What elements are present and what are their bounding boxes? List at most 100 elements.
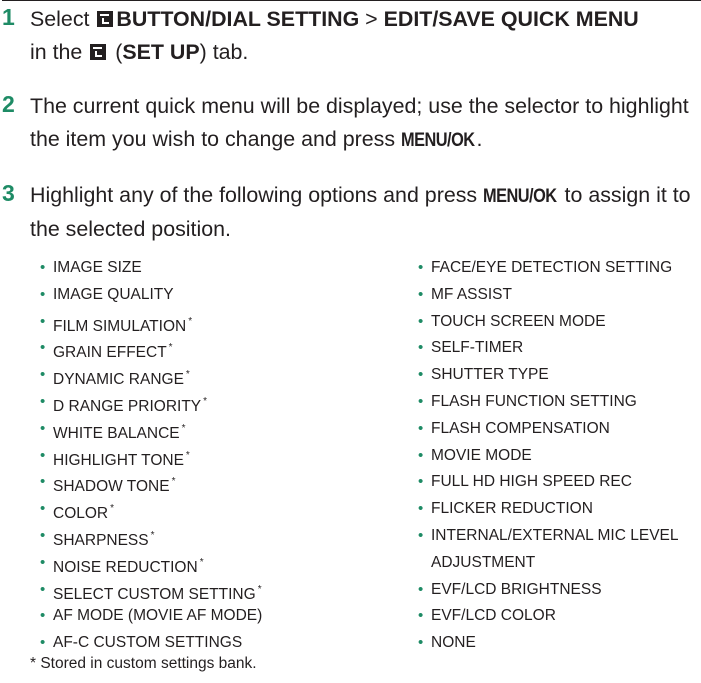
option-label: AF-C CUSTOM SETTINGS: [53, 634, 243, 652]
option-item: • EVF/LCD COLOR: [418, 603, 701, 630]
bullet-icon: •: [40, 366, 46, 384]
option-label: SHADOW TONE: [53, 478, 170, 496]
option-item: • NOISE REDUCTION *: [40, 550, 340, 577]
bullet-icon: •: [418, 634, 424, 652]
bullet-icon: •: [418, 419, 424, 437]
option-label: SELECT CUSTOM SETTING: [53, 585, 256, 603]
bullet-icon: •: [40, 580, 46, 598]
bullet-icon: •: [418, 500, 424, 518]
custom-bank-mark: *: [110, 503, 115, 515]
option-label: SHARPNESS: [53, 531, 149, 549]
bullet-icon: •: [40, 500, 46, 518]
setup-tab-icon: [90, 44, 107, 60]
custom-bank-mark: *: [150, 529, 155, 541]
option-item: • FILM SIMULATION *: [40, 309, 340, 336]
option-item: • TOUCH SCREEN MODE: [418, 309, 701, 336]
custom-bank-mark: *: [257, 583, 262, 595]
option-label: MOVIE MODE: [431, 446, 532, 464]
tab-name: SET UP: [122, 40, 200, 64]
step-text-part: in the: [30, 40, 83, 64]
custom-bank-mark: *: [185, 449, 190, 461]
top-rule: [2, 0, 701, 1]
option-item: • FLASH FUNCTION SETTING: [418, 389, 701, 416]
bullet-icon: •: [40, 473, 46, 491]
option-label: FLASH FUNCTION SETTING: [431, 392, 637, 410]
step-text-part: Select: [30, 7, 90, 31]
option-label: SHUTTER TYPE: [431, 366, 549, 384]
custom-bank-mark: *: [171, 476, 176, 488]
option-label: INTERNAL/EXTERNAL MIC LEVEL ADJUSTMENT: [431, 526, 678, 571]
option-label: GRAIN EFFECT: [53, 344, 167, 362]
bullet-icon: •: [418, 259, 424, 276]
option-item: • SELECT CUSTOM SETTING *: [40, 577, 340, 604]
step-text-part: .: [476, 127, 483, 151]
option-item: • DYNAMIC RANGE *: [40, 362, 340, 389]
options-list-right: • FACE/EYE DETECTION SETTING • MF ASSIST • TO…: [418, 255, 701, 657]
option-label: EVF/LCD BRIGHTNESS: [431, 580, 602, 598]
bullet-icon: •: [418, 446, 424, 464]
custom-bank-mark: *: [199, 556, 204, 568]
option-label: TOUCH SCREEN MODE: [431, 312, 606, 330]
custom-bank-mark: *: [181, 422, 186, 434]
option-label: COLOR: [53, 505, 109, 523]
option-item: • SHARPNESS *: [40, 523, 340, 550]
option-item: • FULL HD HIGH SPEED REC: [418, 469, 701, 496]
option-label: DYNAMIC RANGE: [53, 371, 184, 389]
custom-bank-mark: *: [188, 315, 193, 327]
option-item: • WHITE BALANCE *: [40, 416, 340, 443]
option-item: • NONE: [418, 630, 701, 657]
menu-path-item: BUTTON/DIAL SETTING: [116, 7, 360, 31]
bullet-icon: •: [40, 259, 46, 276]
bullet-icon: •: [40, 312, 46, 330]
option-label: D RANGE PRIORITY: [53, 397, 202, 415]
step-text-part: Highlight any of the following options a…: [30, 183, 484, 207]
footnote: * Stored in custom settings bank.: [30, 655, 257, 672]
option-item: • SHADOW TONE *: [40, 469, 340, 496]
option-item: • FLICKER REDUCTION: [418, 496, 701, 523]
step-number: 1: [2, 4, 15, 30]
custom-bank-mark: *: [185, 369, 190, 381]
step-number: 2: [2, 91, 15, 117]
option-label: WHITE BALANCE: [53, 424, 180, 442]
menu-ok-keyword: MENU/OK: [400, 130, 475, 151]
bullet-icon: •: [418, 580, 424, 598]
option-item: • SHUTTER TYPE: [418, 362, 701, 389]
step-number: 3: [2, 180, 15, 206]
step-text: Select BUTTON/DIAL SETTING > EDIT/SAVE Q…: [30, 3, 698, 69]
custom-bank-mark: *: [168, 342, 173, 354]
step-text-part: ) tab.: [199, 40, 249, 64]
bullet-icon: •: [40, 607, 46, 625]
option-item: • EVF/LCD BRIGHTNESS: [418, 577, 701, 604]
option-item: • GRAIN EFFECT *: [40, 335, 340, 362]
bullet-icon: •: [418, 473, 424, 491]
bullet-icon: •: [40, 285, 46, 303]
option-label: IMAGE SIZE: [53, 259, 142, 276]
option-item: • IMAGE SIZE: [40, 255, 340, 282]
step-text: Highlight any of the following options a…: [30, 179, 698, 246]
option-label: FLASH COMPENSATION: [431, 419, 610, 437]
bullet-icon: •: [418, 526, 424, 544]
option-label: HIGHLIGHT TONE: [53, 451, 184, 469]
option-item: • AF MODE (MOVIE AF MODE): [40, 603, 340, 630]
option-label: NONE: [431, 634, 476, 652]
bullet-icon: •: [418, 312, 424, 330]
option-label: FACE/EYE DETECTION SETTING: [431, 259, 673, 276]
options-list-left: • IMAGE SIZE • IMAGE QUALITY • FILM SIMULATIO…: [40, 255, 340, 657]
menu-ok-keyword: MENU/OK: [483, 186, 557, 207]
option-item: • D RANGE PRIORITY *: [40, 389, 340, 416]
option-label: AF MODE (MOVIE AF MODE): [53, 607, 263, 625]
bullet-icon: •: [418, 366, 424, 384]
bullet-icon: •: [418, 339, 424, 357]
bullet-icon: •: [418, 607, 424, 625]
bullet-icon: •: [40, 339, 46, 357]
option-label: EVF/LCD COLOR: [431, 607, 556, 625]
bullet-icon: •: [40, 446, 46, 464]
option-item: • FLASH COMPENSATION: [418, 416, 701, 443]
option-item: • INTERNAL/EXTERNAL MIC LEVEL ADJUSTMENT: [418, 523, 701, 577]
option-label: FILM SIMULATION: [53, 317, 187, 335]
option-item: • SELF-TIMER: [418, 335, 701, 362]
custom-bank-mark: *: [203, 395, 208, 407]
step-text: The current quick menu will be displayed…: [30, 90, 698, 157]
step-text-part: >: [359, 7, 384, 31]
bullet-icon: •: [40, 392, 46, 410]
